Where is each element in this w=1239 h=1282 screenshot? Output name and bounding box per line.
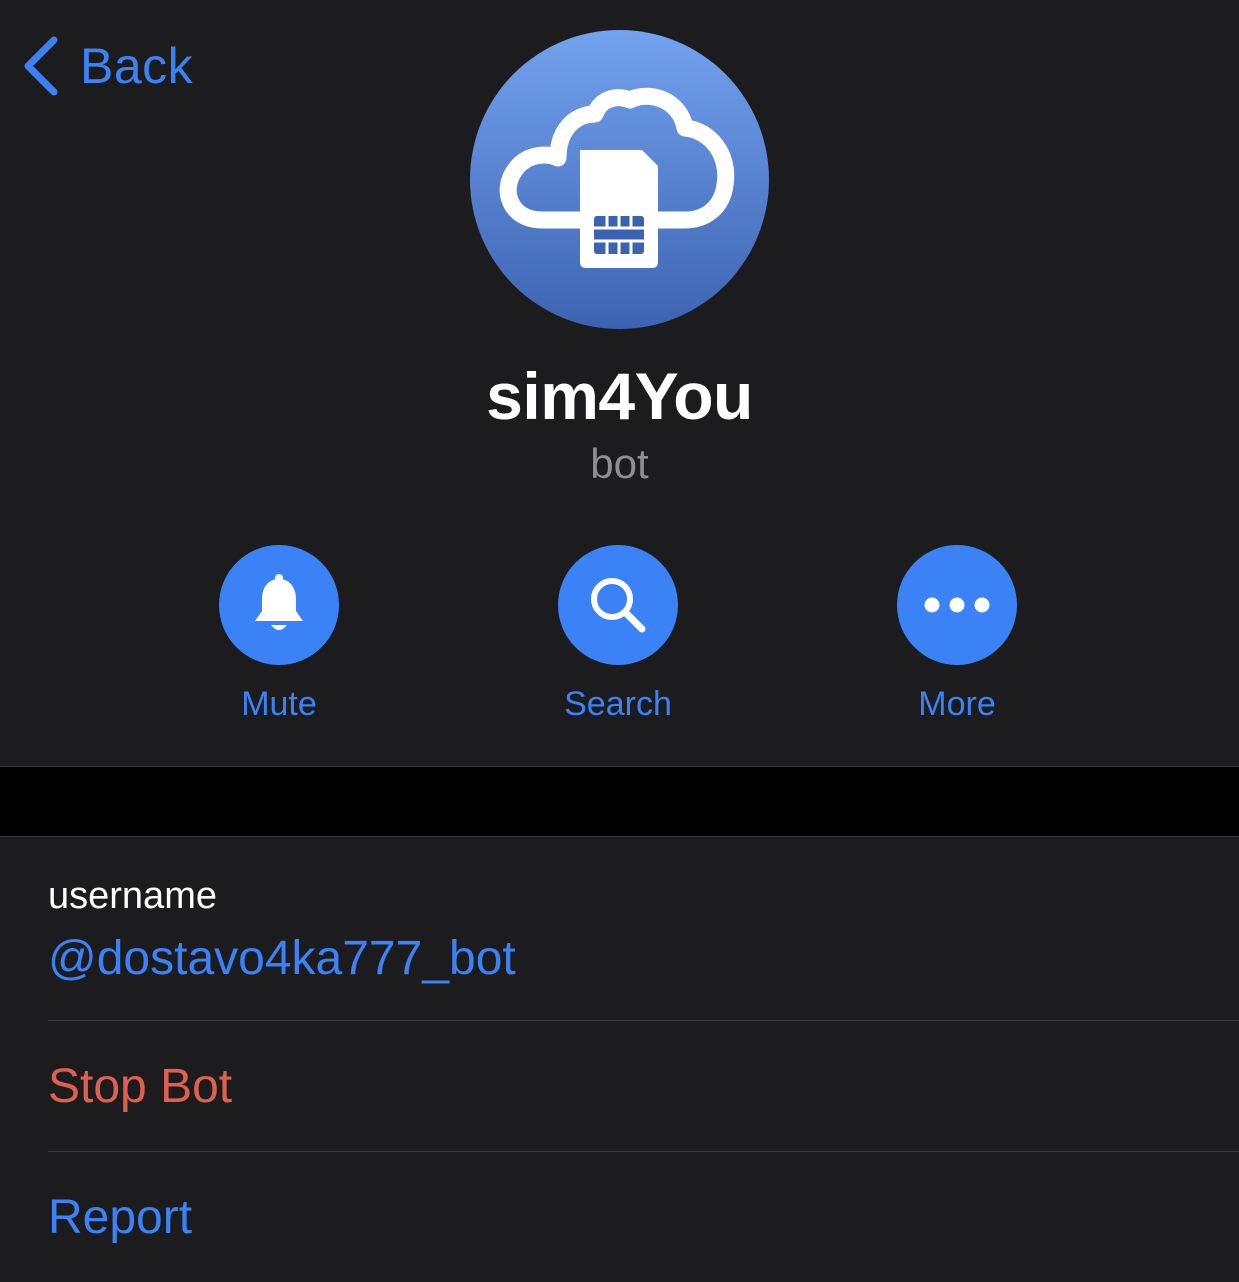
more-button-circle [897, 545, 1017, 665]
stop-bot-label: Stop Bot [48, 1060, 233, 1113]
info-list: username @dostavo4ka777_bot Stop Bot Rep… [0, 837, 1239, 1280]
bell-icon [255, 574, 303, 630]
username-row[interactable]: username @dostavo4ka777_bot [48, 837, 1239, 1020]
username-caption: username [48, 875, 217, 917]
search-icon [591, 578, 646, 633]
mute-button[interactable]: Mute [159, 545, 399, 724]
section-separator [0, 766, 1239, 837]
cloud-sim-card-icon [470, 30, 769, 329]
report-label: Report [48, 1191, 193, 1244]
profile-name: sim4You [486, 359, 753, 433]
profile-header: Back sim4You bot Mute Search More [0, 0, 1239, 766]
search-button-circle [558, 545, 678, 665]
search-label: Search [564, 685, 672, 723]
back-label: Back [80, 38, 194, 94]
chevron-left-icon [24, 36, 58, 96]
more-label: More [918, 685, 996, 723]
mute-button-circle [219, 545, 339, 665]
stop-bot-button[interactable]: Stop Bot [48, 1021, 1239, 1151]
more-dots-icon [924, 597, 990, 613]
profile-subtitle: bot [590, 440, 649, 487]
more-button[interactable]: More [837, 545, 1077, 724]
back-button[interactable]: Back [20, 30, 193, 102]
search-button[interactable]: Search [498, 545, 738, 724]
avatar[interactable] [470, 30, 769, 329]
report-button[interactable]: Report [48, 1152, 1239, 1282]
username-link[interactable]: @dostavo4ka777_bot [48, 931, 516, 986]
mute-label: Mute [241, 685, 317, 723]
